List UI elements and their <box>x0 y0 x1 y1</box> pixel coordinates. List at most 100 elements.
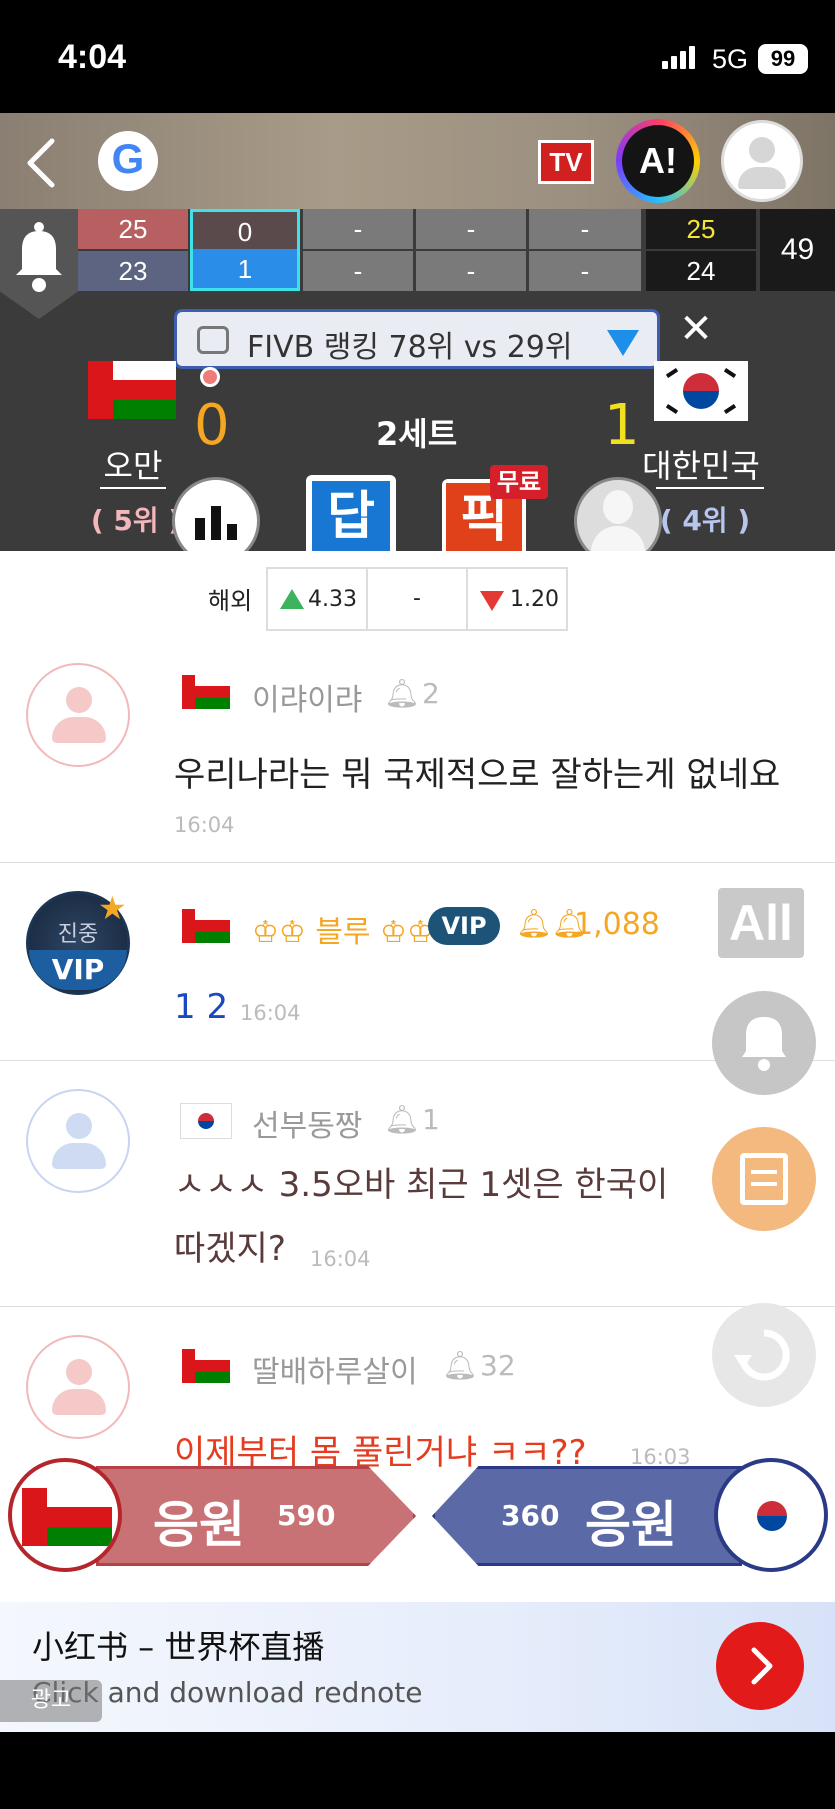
comment-flag <box>180 1103 232 1139</box>
home-set-3: - <box>303 209 413 249</box>
status-bar: 4:04 5G 99 <box>0 0 835 113</box>
comment-nickname[interactable]: 이랴이랴 <box>252 675 362 719</box>
robot-icon <box>197 326 229 354</box>
home-score: 0 <box>194 393 230 458</box>
odds-row: 해외 4.33 - 1.20 <box>0 551 835 641</box>
signal-icon <box>662 46 698 69</box>
home-flag <box>88 361 176 419</box>
tv-button[interactable]: TV <box>538 140 594 184</box>
list-icon <box>740 1153 788 1205</box>
star-icon: ★ <box>98 889 127 927</box>
vip-badge: VIP <box>428 907 500 945</box>
away-current-score: 24 <box>646 251 756 291</box>
app-header: G TV A! <box>0 113 835 209</box>
ad-banner[interactable]: 小红书 – 世界杯直播 Click and download rednote 광… <box>0 1602 835 1732</box>
comment-text: 우리나라는 뭐 국제적으로 잘하는게 없네요 <box>174 755 781 795</box>
home-set-1: 25 <box>78 209 188 249</box>
ranking-text: FIVB 랭킹 78위 vs 29위 <box>247 330 573 365</box>
avatar[interactable] <box>26 1089 130 1193</box>
triangle-down-icon <box>607 330 639 356</box>
comment-nickname[interactable]: 선부동짱 <box>252 1101 362 1145</box>
chevron-right-icon <box>751 1647 773 1685</box>
comment-item: 선부동짱 🔔︎ 1 ㅅㅅㅅ 3.5오바 최근 1셋은 한국이 따겠지? 16:0… <box>0 1061 835 1307</box>
battery-icon: 99 <box>758 44 808 74</box>
comment-item: 이랴이랴 🔔︎ 2 우리나라는 뭐 국제적으로 잘하는게 없네요 16:04 <box>0 641 835 863</box>
bar-chart-icon <box>195 506 241 540</box>
bell-icon[interactable] <box>0 209 78 319</box>
bell-icon <box>742 1017 786 1071</box>
away-set-3: - <box>303 251 413 291</box>
comment-nickname[interactable]: ♔♔ 블루 ♔♔ <box>252 907 434 951</box>
away-score: 1 <box>604 393 640 458</box>
home-set-5: - <box>529 209 641 249</box>
triangle-up-icon <box>280 589 304 609</box>
comment-flag <box>182 1349 230 1383</box>
away-set-5: - <box>529 251 641 291</box>
ad-badge: 광고 <box>0 1680 102 1722</box>
comment-level: 2 <box>422 677 440 710</box>
ai-button[interactable]: A! <box>616 119 700 203</box>
answer-button[interactable]: 답 <box>306 475 396 559</box>
comment-time: 16:04 <box>310 1247 371 1271</box>
free-badge: 무료 <box>490 465 548 499</box>
home-set-2: 0 <box>190 209 300 249</box>
away-name: 대한민국 <box>642 447 760 485</box>
comment-text: ㅅㅅㅅ 3.5오바 최근 1셋은 한국이 <box>174 1165 669 1205</box>
back-icon[interactable] <box>18 135 68 191</box>
bell-button[interactable] <box>712 991 816 1095</box>
profile-avatar-button[interactable] <box>721 120 803 202</box>
odds-draw[interactable]: - <box>368 569 468 629</box>
triangle-down-icon <box>480 591 504 611</box>
ranking-dropdown[interactable]: FIVB 랭킹 78위 vs 29위 <box>174 309 660 369</box>
away-set-2: 1 <box>190 249 300 291</box>
comment-time: 16:04 <box>240 1001 301 1025</box>
google-icon[interactable]: G <box>98 131 158 191</box>
cheer-bar: 응원 590 360 응원 <box>0 1458 835 1578</box>
comment-text: 1 2 <box>174 987 229 1027</box>
ad-title: 小红书 – 世界杯直播 <box>32 1628 325 1666</box>
set-label: 2세트 <box>376 415 458 453</box>
comment-text-line2: 따겠지? <box>174 1229 286 1269</box>
level-icon: 🔔︎ <box>442 1349 478 1382</box>
comment-level: 32 <box>480 1349 516 1382</box>
network-label: 5G <box>712 44 749 74</box>
refresh-icon <box>734 1329 790 1381</box>
avatar[interactable] <box>26 663 130 767</box>
total-score: 49 <box>760 209 835 291</box>
comment-flag <box>182 909 230 943</box>
away-cheer-button[interactable]: 360 응원 <box>432 1466 742 1566</box>
ad-arrow-button[interactable] <box>716 1622 804 1710</box>
comment-level: 1,088 <box>574 907 660 942</box>
away-rank: ( 4위 ) <box>659 504 751 537</box>
level-icon: 🔔︎ <box>384 1103 420 1136</box>
level-icon: 🔔︎ <box>384 677 420 710</box>
live-dot <box>200 367 220 387</box>
odds-home[interactable]: 4.33 <box>268 569 368 629</box>
all-filter-button[interactable]: All <box>718 888 804 958</box>
bottom-bar <box>0 1732 835 1809</box>
away-set-4: - <box>416 251 526 291</box>
home-cheer-flag <box>8 1458 122 1572</box>
odds-box: 4.33 - 1.20 <box>266 567 568 631</box>
comment-level: 1 <box>422 1103 440 1136</box>
notes-button[interactable] <box>712 1127 816 1231</box>
away-flag <box>654 361 748 421</box>
close-icon[interactable]: ✕ <box>676 309 716 349</box>
scoreboard: 25 0 - - - 25 23 1 - - - 24 49 FIVB 랭킹 7… <box>0 209 835 565</box>
comment-flag <box>182 675 230 709</box>
status-time: 4:04 <box>58 38 127 76</box>
comment-item: 진중 VIP ★ ♔♔ 블루 ♔♔ VIP 🔔︎🔔︎ 1,088 1 2 16:… <box>0 863 835 1061</box>
odds-label: 해외 <box>208 587 253 615</box>
comment-nickname[interactable]: 딸배하루살이 <box>252 1347 418 1391</box>
home-set-4: - <box>416 209 526 249</box>
comment-time: 16:04 <box>174 813 235 837</box>
away-cheer-flag <box>714 1458 828 1572</box>
home-rank: ( 5위 ) <box>90 504 182 537</box>
away-set-1: 23 <box>78 251 188 291</box>
odds-away[interactable]: 1.20 <box>468 569 568 629</box>
home-current-score: 25 <box>646 209 756 249</box>
home-cheer-button[interactable]: 응원 590 <box>96 1466 416 1566</box>
refresh-button[interactable] <box>712 1303 816 1407</box>
avatar[interactable] <box>26 1335 130 1439</box>
home-name: 오만 <box>103 447 163 485</box>
